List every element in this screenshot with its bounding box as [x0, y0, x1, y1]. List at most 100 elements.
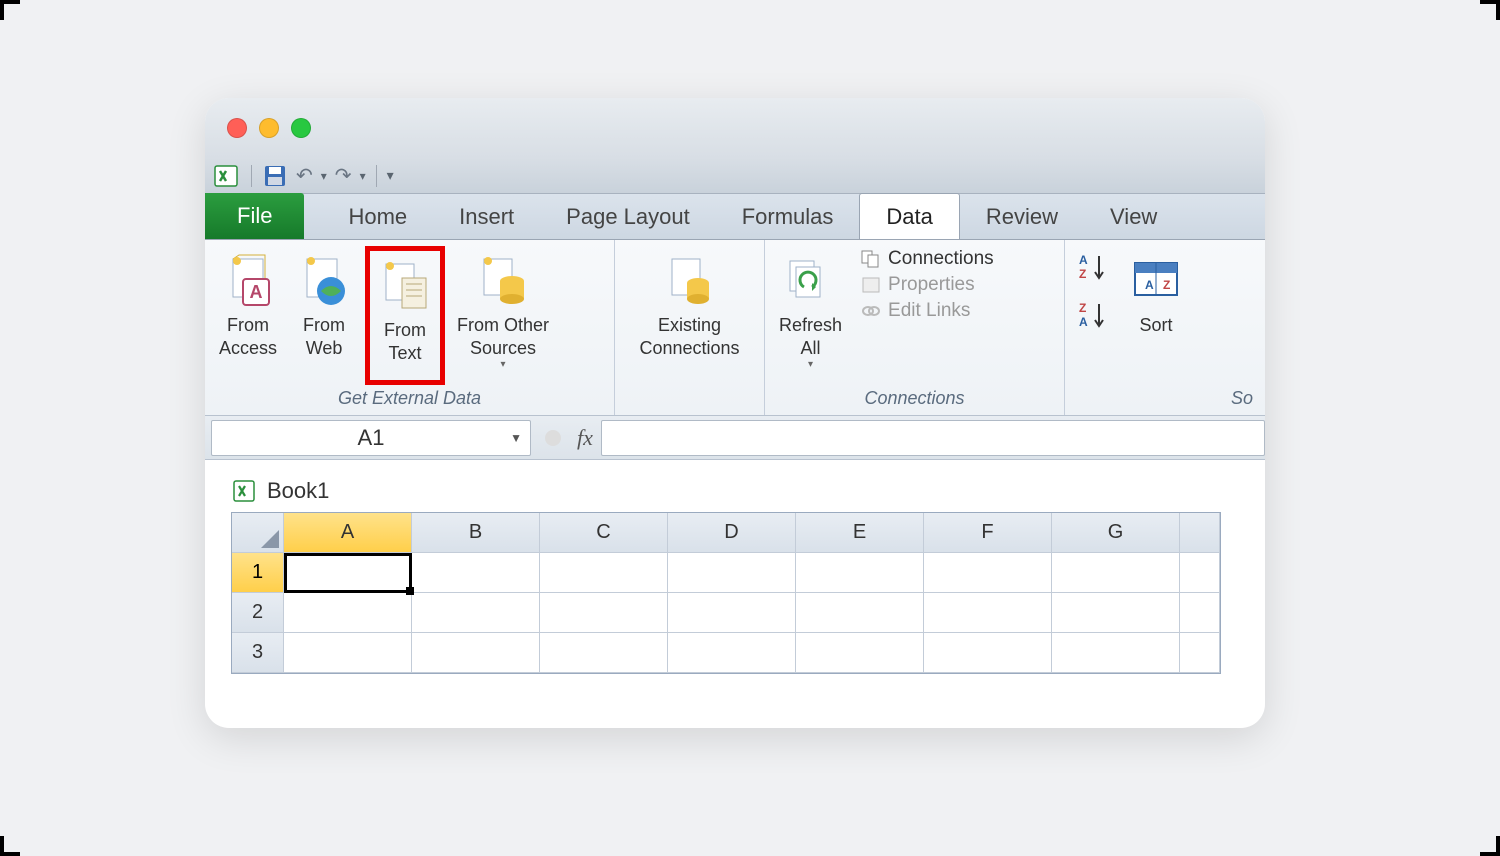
group-label-connections: Connections — [773, 385, 1056, 413]
formula-input[interactable] — [601, 420, 1265, 456]
tab-file[interactable]: File — [205, 193, 304, 239]
existing-connections-icon — [660, 250, 718, 314]
cell[interactable] — [668, 633, 796, 673]
workbook-title: Book1 — [267, 478, 329, 504]
cell[interactable] — [284, 593, 412, 633]
from-text-button[interactable]: From Text — [365, 246, 445, 385]
undo-dropdown-icon[interactable]: ▾ — [321, 169, 327, 183]
column-header[interactable]: F — [924, 513, 1052, 553]
cancel-formula-icon — [545, 430, 561, 446]
column-header[interactable]: B — [412, 513, 540, 553]
excel-doc-icon — [231, 478, 257, 504]
window-minimize-button[interactable] — [259, 118, 279, 138]
cell[interactable] — [796, 593, 924, 633]
svg-text:Z: Z — [1079, 301, 1086, 315]
row-header[interactable]: 3 — [232, 633, 284, 673]
cell[interactable] — [1052, 553, 1180, 593]
redo-icon[interactable]: ↷ — [335, 163, 352, 188]
svg-text:A: A — [1145, 278, 1154, 292]
chevron-down-icon: ▾ — [808, 359, 813, 372]
tab-formulas[interactable]: Formulas — [716, 194, 860, 239]
chevron-down-icon[interactable]: ▼ — [510, 431, 522, 445]
svg-text:A: A — [1079, 315, 1088, 329]
from-web-button[interactable]: From Web — [289, 246, 359, 385]
cell[interactable] — [1180, 633, 1220, 673]
cell[interactable] — [924, 593, 1052, 633]
row-header[interactable]: 1 — [232, 553, 284, 593]
sort-asc-icon[interactable]: AZ — [1077, 252, 1111, 282]
cell[interactable] — [412, 553, 540, 593]
ribbon: A From Access From Web From Text — [205, 240, 1265, 416]
qat-customize-icon[interactable]: ▾ — [387, 167, 394, 184]
redo-dropdown-icon[interactable]: ▾ — [360, 169, 366, 183]
svg-text:A: A — [1079, 253, 1088, 267]
refresh-icon — [782, 250, 840, 314]
connections-button[interactable]: Connections — [860, 248, 994, 270]
cell-a1[interactable] — [284, 553, 412, 593]
properties-button: Properties — [860, 274, 994, 296]
cell[interactable] — [540, 553, 668, 593]
column-header[interactable]: E — [796, 513, 924, 553]
spreadsheet-grid[interactable]: A B C D E F G 1 2 — [231, 512, 1221, 674]
tab-data[interactable]: Data — [859, 193, 959, 239]
edit-links-icon — [860, 301, 882, 321]
column-header[interactable]: C — [540, 513, 668, 553]
from-other-sources-icon — [474, 250, 532, 314]
refresh-all-button[interactable]: Refresh All ▾ — [773, 246, 848, 385]
cell[interactable] — [668, 553, 796, 593]
from-web-icon — [295, 250, 353, 314]
excel-logo-icon — [213, 163, 241, 189]
sort-icon: AZ — [1127, 250, 1185, 314]
tab-page-layout[interactable]: Page Layout — [540, 194, 716, 239]
from-text-icon — [376, 255, 434, 319]
svg-text:Z: Z — [1079, 267, 1086, 281]
titlebar — [205, 98, 1265, 158]
cell[interactable] — [1052, 633, 1180, 673]
column-header[interactable] — [1180, 513, 1220, 553]
svg-text:Z: Z — [1163, 278, 1170, 292]
name-box[interactable]: A1 ▼ — [211, 420, 531, 456]
cell[interactable] — [924, 633, 1052, 673]
select-all-corner[interactable] — [232, 513, 284, 553]
sort-button[interactable]: AZ Sort — [1121, 246, 1191, 385]
column-header[interactable]: A — [284, 513, 412, 553]
cell[interactable] — [540, 593, 668, 633]
formula-bar: A1 ▼ fx — [205, 416, 1265, 460]
edit-links-button: Edit Links — [860, 300, 994, 322]
cell[interactable] — [668, 593, 796, 633]
existing-connections-button[interactable]: Existing Connections — [633, 246, 745, 385]
save-icon[interactable] — [262, 163, 288, 189]
cell[interactable] — [412, 633, 540, 673]
cell[interactable] — [1180, 593, 1220, 633]
connections-icon — [860, 249, 882, 269]
from-other-sources-button[interactable]: From Other Sources ▾ — [451, 246, 555, 385]
cell[interactable] — [540, 633, 668, 673]
tab-review[interactable]: Review — [960, 194, 1084, 239]
group-label-get-external-data: Get External Data — [213, 385, 606, 413]
column-header[interactable]: D — [668, 513, 796, 553]
cell[interactable] — [796, 633, 924, 673]
tab-view[interactable]: View — [1084, 194, 1183, 239]
svg-text:A: A — [250, 282, 263, 302]
cell[interactable] — [1180, 553, 1220, 593]
tab-insert[interactable]: Insert — [433, 194, 540, 239]
cell[interactable] — [284, 633, 412, 673]
cell[interactable] — [924, 553, 1052, 593]
tab-home[interactable]: Home — [322, 194, 433, 239]
chevron-down-icon: ▾ — [501, 359, 506, 372]
insert-function-button[interactable]: fx — [577, 425, 593, 451]
cell[interactable] — [412, 593, 540, 633]
window-zoom-button[interactable] — [291, 118, 311, 138]
from-access-button[interactable]: A From Access — [213, 246, 283, 385]
cell[interactable] — [796, 553, 924, 593]
properties-icon — [860, 275, 882, 295]
app-window: ↶ ▾ ↷ ▾ ▾ File Home Insert Page Layout F… — [205, 98, 1265, 728]
undo-icon[interactable]: ↶ — [296, 163, 313, 188]
ribbon-tabs: File Home Insert Page Layout Formulas Da… — [205, 194, 1265, 240]
sort-desc-icon[interactable]: ZA — [1077, 300, 1111, 330]
cell[interactable] — [1052, 593, 1180, 633]
row-header[interactable]: 2 — [232, 593, 284, 633]
from-access-icon: A — [219, 250, 277, 314]
column-header[interactable]: G — [1052, 513, 1180, 553]
window-close-button[interactable] — [227, 118, 247, 138]
